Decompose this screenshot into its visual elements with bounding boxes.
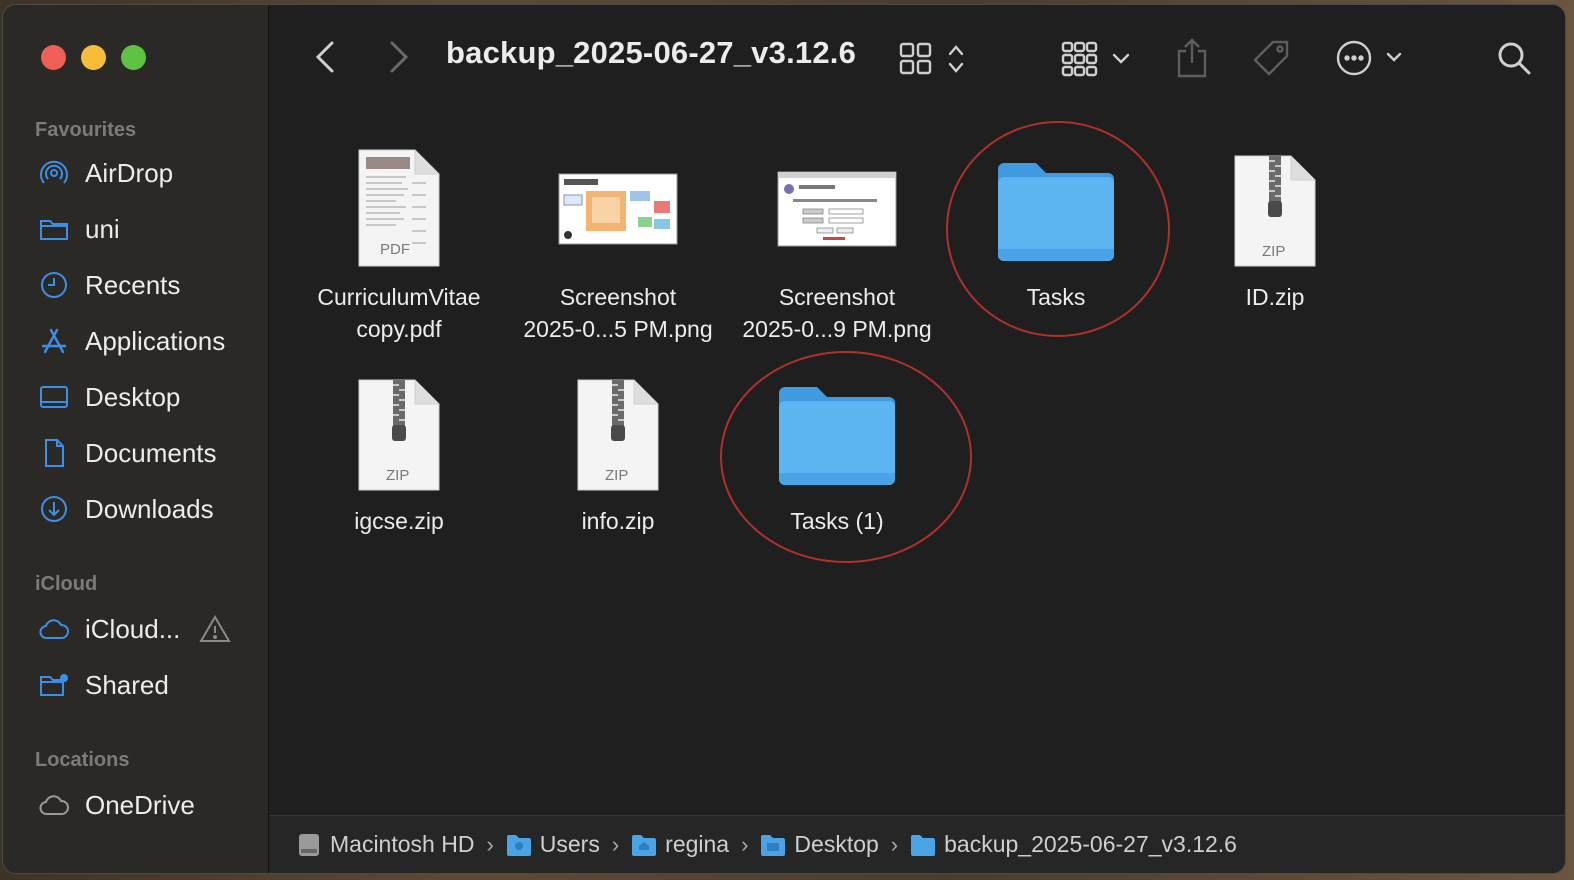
clock-icon (37, 268, 71, 302)
file-item-screenshot[interactable]: Screenshot 2025-0...9 PM.png (727, 139, 947, 345)
image-thumbnail (727, 139, 947, 269)
file-item-pdf[interactable]: PDF CurriculumVitae copy.pdf (289, 139, 509, 345)
sidebar-item-onedrive[interactable]: OneDrive (37, 785, 257, 825)
finder-window: Favourites AirDrop uni Recents Applicati… (2, 4, 1566, 874)
cloud-icon (37, 612, 71, 646)
sidebar-item-label: Recents (85, 269, 181, 300)
home-folder-icon (632, 834, 657, 856)
zip-file-icon: ZIP (508, 363, 728, 493)
file-name: Screenshot 2025-0...9 PM.png (742, 284, 932, 342)
annotation-circle (720, 351, 972, 563)
folder-icon (911, 834, 936, 856)
view-mode-button[interactable] (898, 39, 970, 79)
chevron-right-icon: › (611, 831, 620, 857)
annotation-circle (946, 121, 1170, 337)
svg-text:ZIP: ZIP (386, 467, 409, 484)
sidebar-item-applications[interactable]: Applications (37, 321, 257, 361)
sidebar-item-label: iCloud... (85, 613, 181, 644)
chevron-right-icon: › (890, 831, 899, 857)
applications-icon (37, 324, 71, 358)
path-item-desktop[interactable]: Desktop (760, 831, 879, 858)
sidebar-item-desktop[interactable]: Desktop (37, 377, 257, 417)
svg-text:ZIP: ZIP (605, 467, 628, 484)
shared-folder-icon (37, 668, 71, 702)
chevron-right-icon: › (486, 831, 494, 857)
path-bar: Macintosh HD › Users › regina › Desktop … (270, 815, 1565, 873)
sidebar-item-uni[interactable]: uni (37, 209, 257, 249)
pdf-file-icon: PDF (289, 139, 509, 269)
zoom-button[interactable] (121, 45, 146, 70)
cloud-icon (37, 788, 71, 822)
file-item-zip[interactable]: ZIP ID.zip (1165, 139, 1385, 313)
more-actions-button[interactable] (1336, 37, 1406, 79)
document-icon (37, 436, 71, 470)
sidebar-section-icloud: iCloud (35, 573, 98, 595)
airdrop-icon (37, 156, 71, 190)
sidebar-item-shared[interactable]: Shared (37, 665, 257, 705)
sidebar-item-recents[interactable]: Recents (37, 265, 257, 305)
sidebar-item-label: Applications (85, 325, 226, 356)
file-grid: PDF CurriculumVitae copy.pdf Screenshot … (270, 105, 1565, 817)
main-content: backup_2025-06-27_v3.12.6 PDF Curriculum… (270, 5, 1565, 873)
sidebar-section-favourites: Favourites (35, 119, 137, 141)
file-item-zip[interactable]: ZIP igcse.zip (289, 363, 509, 537)
window-title: backup_2025-06-27_v3.12.6 (446, 35, 857, 70)
path-item-regina[interactable]: regina (631, 831, 729, 858)
sidebar-item-downloads[interactable]: Downloads (37, 489, 257, 529)
close-button[interactable] (41, 45, 66, 70)
sidebar: Favourites AirDrop uni Recents Applicati… (3, 5, 269, 873)
folder-icon (506, 834, 531, 856)
path-item-macintosh-hd[interactable]: Macintosh HD (296, 831, 474, 858)
tag-button[interactable] (1250, 37, 1292, 79)
path-item-users[interactable]: Users (506, 831, 600, 858)
sidebar-section-locations: Locations (35, 749, 130, 771)
zip-file-icon: ZIP (1165, 139, 1385, 269)
path-item-backup[interactable]: backup_2025-06-27_v3.12.6 (910, 831, 1237, 858)
svg-text:PDF: PDF (380, 241, 410, 258)
file-name: info.zip (581, 508, 655, 534)
desktop-icon (37, 380, 71, 414)
share-button[interactable] (1172, 35, 1212, 81)
window-controls (41, 45, 146, 70)
sidebar-item-label: uni (85, 213, 120, 244)
sidebar-item-documents[interactable]: Documents (37, 433, 257, 473)
file-item-screenshot[interactable]: Screenshot 2025-0...5 PM.png (508, 139, 728, 345)
minimize-button[interactable] (81, 45, 106, 70)
back-button[interactable] (308, 37, 342, 77)
file-name: CurriculumVitae copy.pdf (317, 284, 481, 342)
sidebar-item-label: AirDrop (85, 157, 174, 188)
svg-text:ZIP: ZIP (1262, 243, 1285, 260)
download-icon (37, 492, 71, 526)
group-button[interactable] (1060, 39, 1136, 79)
hard-drive-icon (299, 833, 319, 856)
chevron-right-icon: › (741, 831, 749, 857)
sidebar-item-label: Desktop (85, 381, 181, 412)
sidebar-item-label: Documents (85, 437, 217, 468)
search-button[interactable] (1494, 37, 1534, 79)
zip-file-icon: ZIP (289, 363, 509, 493)
sidebar-item-label: Downloads (85, 493, 214, 524)
warning-icon[interactable] (199, 614, 231, 649)
forward-button[interactable] (382, 37, 416, 77)
sidebar-item-label: OneDrive (85, 789, 195, 820)
file-name: Screenshot 2025-0...5 PM.png (523, 284, 713, 342)
desktop-folder-icon (761, 834, 786, 856)
folder-icon (37, 212, 71, 246)
sidebar-item-label: Shared (85, 669, 169, 700)
image-thumbnail (508, 139, 728, 269)
toolbar: backup_2025-06-27_v3.12.6 (270, 5, 1565, 105)
file-item-zip[interactable]: ZIP info.zip (508, 363, 728, 537)
sidebar-item-airdrop[interactable]: AirDrop (37, 153, 257, 193)
file-name: ID.zip (1245, 284, 1305, 310)
file-name: igcse.zip (354, 508, 444, 534)
